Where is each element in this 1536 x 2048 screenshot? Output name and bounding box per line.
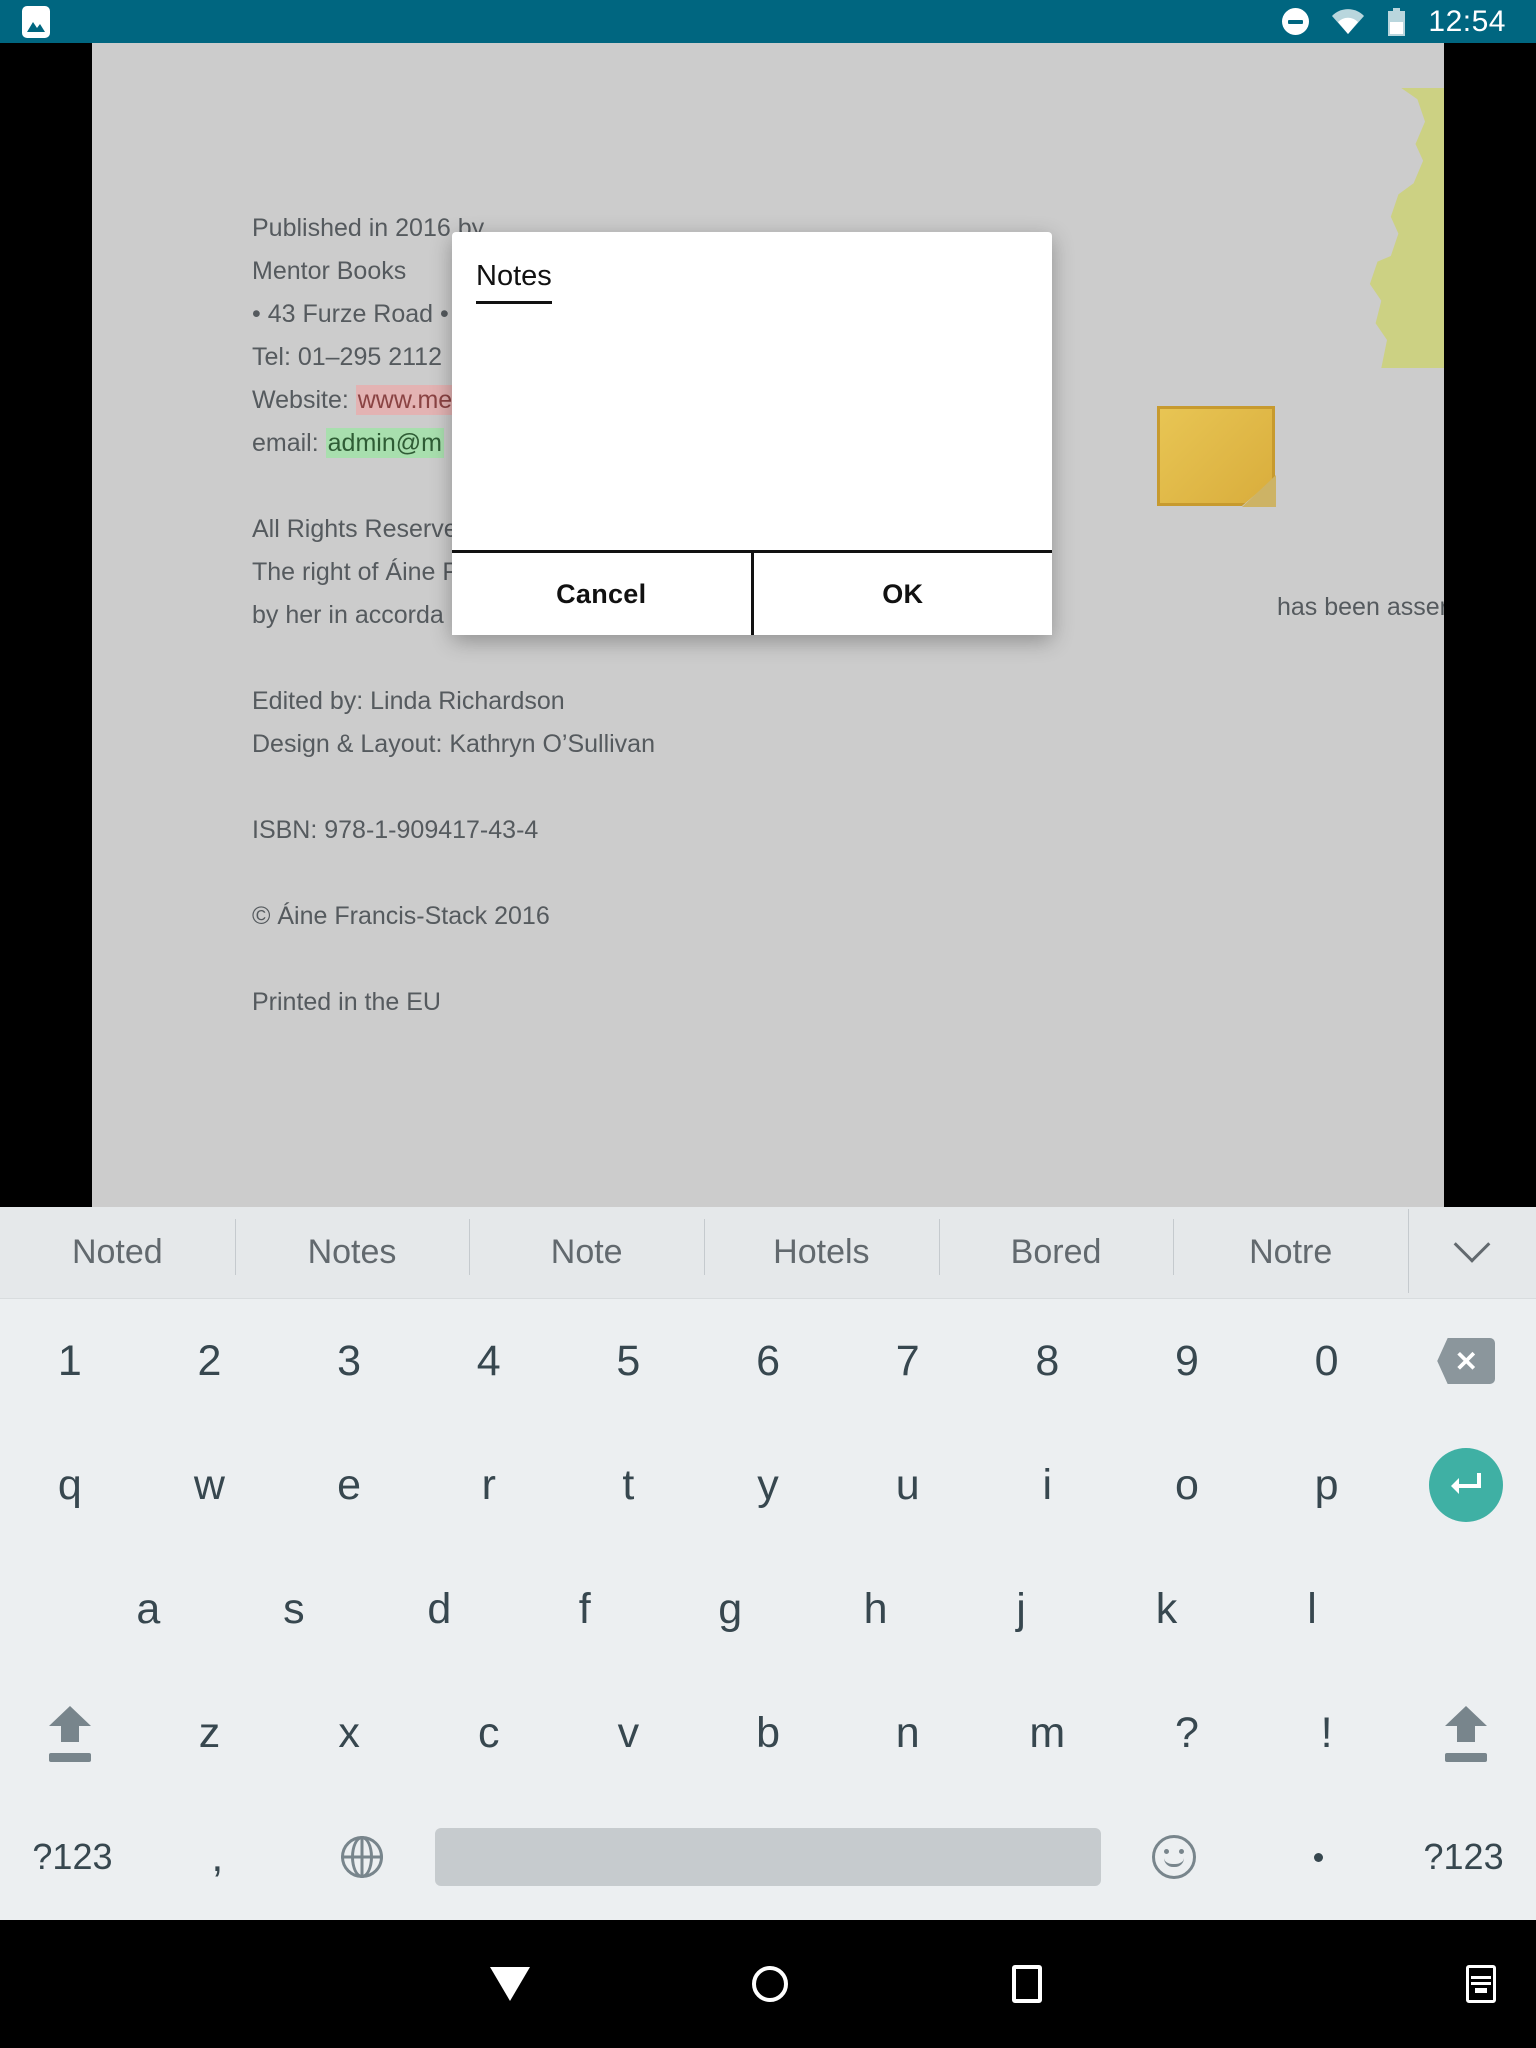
key-g[interactable]: g xyxy=(657,1547,802,1671)
emoji-glyph xyxy=(1151,1835,1196,1879)
space-key[interactable] xyxy=(434,1828,1102,1886)
shift-icon xyxy=(47,1704,93,1762)
key-k[interactable]: k xyxy=(1094,1547,1239,1671)
key-8[interactable]: 8 xyxy=(977,1299,1117,1423)
key-n[interactable]: n xyxy=(838,1671,978,1795)
enter-key[interactable] xyxy=(1396,1423,1536,1547)
key-6[interactable]: 6 xyxy=(698,1299,838,1423)
key-e[interactable]: e xyxy=(279,1423,419,1547)
key-0[interactable]: 0 xyxy=(1257,1299,1397,1423)
key-s[interactable]: s xyxy=(221,1547,366,1671)
key-exclamation[interactable]: ! xyxy=(1257,1671,1397,1795)
key-c[interactable]: c xyxy=(419,1671,559,1795)
key-p[interactable]: p xyxy=(1257,1423,1397,1547)
row-home-right-spacer xyxy=(1385,1547,1461,1671)
key-3[interactable]: 3 xyxy=(279,1299,419,1423)
row-home-right-spacer-2 xyxy=(1460,1547,1536,1671)
keyboard-row-bottom: z x c v b n m ? ! xyxy=(0,1671,1536,1795)
device-screen: 12:54 Published in 2016 by Mentor Books … xyxy=(0,0,1536,2048)
key-h[interactable]: h xyxy=(803,1547,948,1671)
globe-glyph xyxy=(341,1836,384,1878)
shift-icon xyxy=(1443,1704,1489,1762)
row-home-left-spacer xyxy=(0,1547,76,1671)
key-x[interactable]: x xyxy=(279,1671,419,1795)
period-glyph xyxy=(1314,1852,1324,1862)
key-2[interactable]: 2 xyxy=(140,1299,280,1423)
key-l[interactable]: l xyxy=(1239,1547,1384,1671)
key-z[interactable]: z xyxy=(140,1671,280,1795)
key-d[interactable]: d xyxy=(367,1547,512,1671)
on-screen-keyboard: Noted Notes Note Hotels Bored Notre 1 2 … xyxy=(0,1207,1536,1920)
key-u[interactable]: u xyxy=(838,1423,978,1547)
symbols-key-right[interactable]: ?123 xyxy=(1391,1795,1536,1919)
key-y[interactable]: y xyxy=(698,1423,838,1547)
key-w[interactable]: w xyxy=(140,1423,280,1547)
symbols-key-left[interactable]: ?123 xyxy=(0,1795,145,1919)
key-j[interactable]: j xyxy=(948,1547,1093,1671)
key-4[interactable]: 4 xyxy=(419,1299,559,1423)
key-f[interactable]: f xyxy=(512,1547,657,1671)
keyboard-row-home: a s d f g h j k l xyxy=(0,1547,1536,1671)
key-v[interactable]: v xyxy=(559,1671,699,1795)
keyboard-row-space: ?123 , ?123 xyxy=(0,1795,1536,1919)
key-question[interactable]: ? xyxy=(1117,1671,1257,1795)
key-5[interactable]: 5 xyxy=(559,1299,699,1423)
suggestion-item[interactable]: Noted xyxy=(0,1233,235,1272)
key-1[interactable]: 1 xyxy=(0,1299,140,1423)
key-7[interactable]: 7 xyxy=(838,1299,978,1423)
dialog-button-row: Cancel OK xyxy=(452,550,1052,635)
ok-button[interactable]: OK xyxy=(750,553,1052,635)
keyboard-row-numbers: 1 2 3 4 5 6 7 8 9 0 ✕ xyxy=(0,1299,1536,1423)
backspace-icon: ✕ xyxy=(1437,1338,1496,1384)
emoji-icon[interactable] xyxy=(1101,1795,1246,1919)
suggestion-item[interactable]: Bored xyxy=(938,1219,1174,1275)
hide-keyboard-icon[interactable] xyxy=(1466,1965,1496,2003)
key-i[interactable]: i xyxy=(977,1423,1117,1547)
suggestion-item[interactable]: Hotels xyxy=(704,1219,939,1275)
android-navigation-bar xyxy=(0,1920,1536,2048)
dialog-body: Notes xyxy=(452,232,1052,550)
key-m[interactable]: m xyxy=(977,1671,1117,1795)
key-q[interactable]: q xyxy=(0,1423,140,1547)
suggestion-item[interactable]: Note xyxy=(469,1219,704,1275)
key-o[interactable]: o xyxy=(1117,1423,1257,1547)
shift-key-right[interactable] xyxy=(1396,1671,1536,1795)
suggestion-item[interactable]: Notes xyxy=(234,1219,470,1275)
keyboard-row-top: q w e r t y u i o p xyxy=(0,1423,1536,1547)
key-r[interactable]: r xyxy=(419,1423,559,1547)
home-circle-icon[interactable] xyxy=(752,1966,788,2002)
shift-underline xyxy=(48,1753,91,1762)
globe-icon[interactable] xyxy=(290,1795,435,1919)
period-key[interactable] xyxy=(1246,1795,1391,1919)
recents-square-icon[interactable] xyxy=(1012,1965,1042,2003)
key-t[interactable]: t xyxy=(559,1423,699,1547)
notes-dialog: Notes Cancel OK xyxy=(452,232,1052,635)
enter-icon xyxy=(1429,1448,1504,1522)
cancel-button[interactable]: Cancel xyxy=(452,553,751,635)
suggestion-bar: Noted Notes Note Hotels Bored Notre xyxy=(0,1207,1536,1299)
shift-key-left[interactable] xyxy=(0,1671,140,1795)
shift-underline xyxy=(1445,1753,1488,1762)
back-triangle-icon[interactable] xyxy=(490,1967,530,2001)
key-a[interactable]: a xyxy=(76,1547,221,1671)
backspace-glyph: ✕ xyxy=(1454,1345,1478,1377)
comma-key[interactable]: , xyxy=(145,1795,290,1919)
key-b[interactable]: b xyxy=(698,1671,838,1795)
backspace-key[interactable]: ✕ xyxy=(1396,1299,1536,1423)
suggestion-item[interactable]: Notre xyxy=(1173,1219,1408,1275)
notes-input[interactable]: Notes xyxy=(476,260,552,304)
chevron-down-icon[interactable] xyxy=(1408,1209,1536,1293)
key-9[interactable]: 9 xyxy=(1117,1299,1257,1423)
